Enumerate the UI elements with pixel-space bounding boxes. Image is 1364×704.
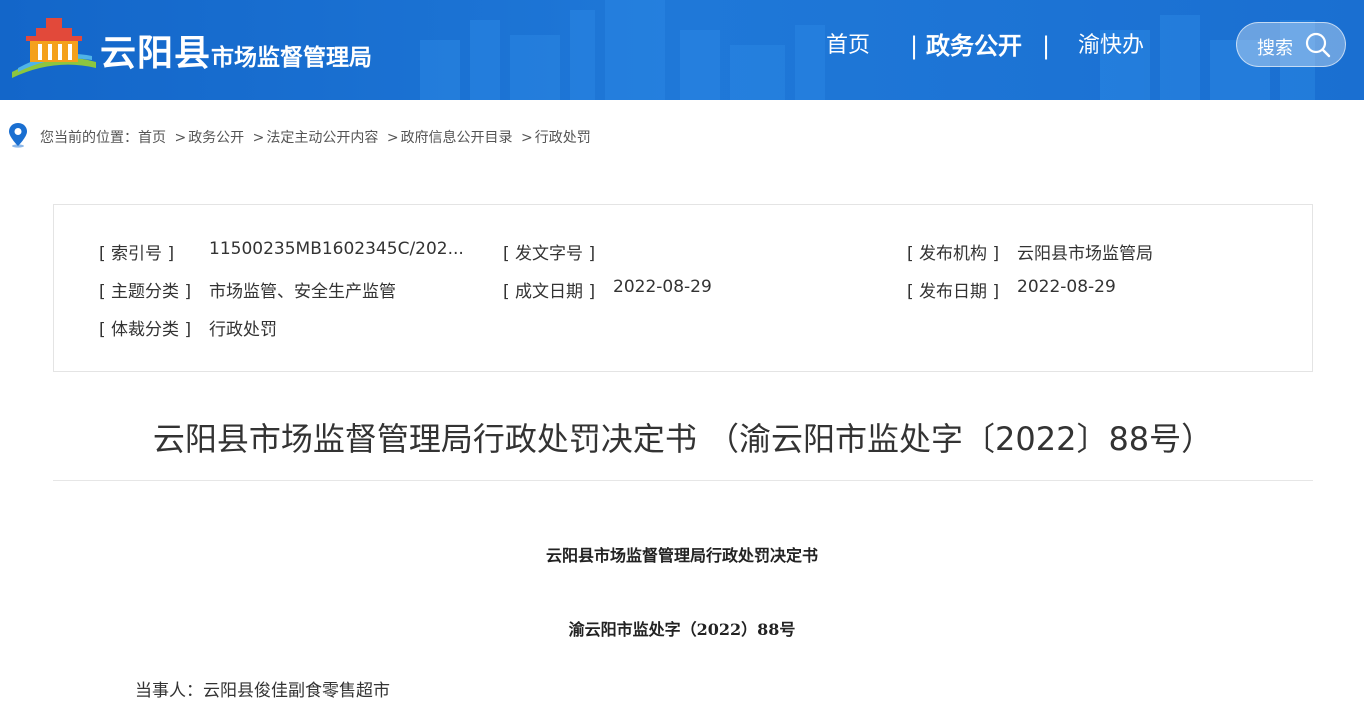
nav-home[interactable]: 首页 — [826, 30, 870, 62]
document-title: 云阳县市场监督管理局行政处罚决定书 （渝云阳市监处字〔2022〕88号） — [152, 420, 1214, 458]
document-heading: 云阳县市场监督管理局行政处罚决定书 — [545, 546, 818, 565]
breadcrumb-statutory[interactable]: 法定主动公开内容 — [266, 130, 378, 146]
county-logo — [12, 18, 96, 78]
brand-bureau: 市场监督管理局 — [211, 45, 373, 71]
breadcrumb-catalog[interactable]: 政府信息公开目录 — [401, 130, 513, 146]
title-divider — [53, 480, 1313, 481]
info-topic: [ 主题分类 ] 市场监管、安全生产监管 — [99, 277, 396, 302]
breadcrumb-separator: > — [521, 130, 533, 146]
case-number: 渝云阳市监处字（2022）88号 — [568, 620, 796, 639]
info-value: 市场监管、安全生产监管 — [209, 282, 396, 302]
breadcrumb-prefix: 您当前的位置： — [40, 130, 138, 146]
info-label: [ 体裁分类 ] — [99, 320, 192, 340]
info-label: [ 发布日期 ] — [907, 282, 1000, 302]
info-created-date: [ 成文日期 ] 2022-08-29 — [503, 277, 712, 302]
breadcrumb-home[interactable]: 首页 — [138, 130, 166, 146]
info-published-date: [ 发布日期 ] 2022-08-29 — [907, 277, 1116, 302]
info-label: [ 索引号 ] — [99, 244, 175, 264]
breadcrumb-separator: > — [174, 130, 187, 146]
info-label: [ 成文日期 ] — [503, 282, 596, 302]
info-genre: [ 体裁分类 ] 行政处罚 — [99, 315, 277, 340]
nav-gov-open[interactable]: 政务公开 — [926, 30, 1022, 62]
search-icon — [1305, 32, 1331, 58]
site-brand[interactable]: 云阳县市场监督管理局 — [100, 24, 372, 76]
info-label: [ 主题分类 ] — [99, 282, 192, 302]
info-index-no: [ 索引号 ] 11500235MB1602345C/202... — [99, 239, 464, 264]
brand-county: 云阳县 — [100, 33, 212, 74]
nav-separator: | — [1042, 32, 1051, 60]
info-label: [ 发文字号 ] — [503, 244, 596, 264]
breadcrumb-separator: > — [386, 130, 399, 146]
nav-separator: | — [910, 32, 919, 60]
breadcrumb-separator: > — [252, 130, 265, 146]
info-publisher: [ 发布机构 ] 云阳县市场监管局 — [907, 239, 1153, 264]
info-value: 2022-08-29 — [1017, 277, 1116, 297]
info-value: 行政处罚 — [209, 320, 277, 340]
info-value: 2022-08-29 — [613, 277, 712, 297]
breadcrumb-gov-open[interactable]: 政务公开 — [188, 130, 244, 146]
breadcrumb-penalty[interactable]: 行政处罚 — [535, 130, 591, 146]
document-info-box: [ 索引号 ] 11500235MB1602345C/202... [ 发文字号… — [53, 204, 1313, 372]
nav-yukuaiban[interactable]: 渝快办 — [1078, 30, 1144, 62]
search-button[interactable]: 搜索 — [1236, 22, 1346, 67]
location-pin-icon — [9, 123, 27, 148]
info-value: 11500235MB1602345C/202... — [209, 239, 464, 259]
site-header: 云阳县市场监督管理局 首页 | 政务公开 | 渝快办 搜索 — [0, 0, 1364, 100]
info-label: [ 发布机构 ] — [907, 244, 1000, 264]
party-line: 当事人：云阳县俊佳副食零售超市 — [135, 681, 390, 701]
search-label: 搜索 — [1257, 38, 1293, 59]
info-doc-no: [ 发文字号 ] — [503, 239, 595, 264]
info-value: 云阳县市场监管局 — [1017, 244, 1153, 264]
